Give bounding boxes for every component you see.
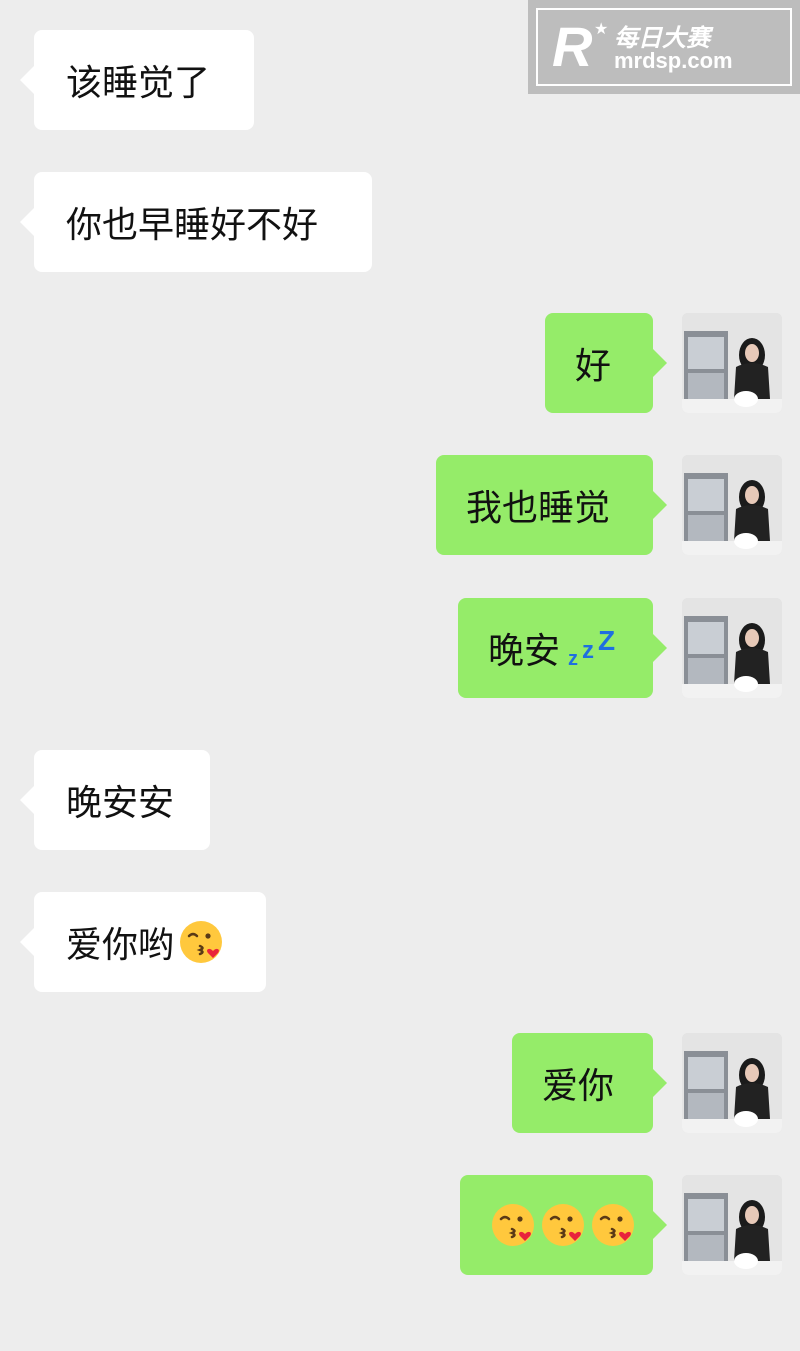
avatar[interactable] — [682, 455, 782, 555]
kissing-heart-emoji-icon — [490, 1202, 536, 1248]
message-bubble-outgoing[interactable]: 爱你 — [512, 1033, 667, 1133]
kissing-heart-emoji-icon — [178, 919, 224, 965]
zzz-letter: z — [568, 648, 579, 670]
message-bubble-incoming[interactable]: 爱你哟 — [20, 892, 266, 992]
avatar[interactable] — [682, 1175, 782, 1275]
message-text: 爱你 — [542, 1066, 615, 1107]
avatar[interactable] — [682, 598, 782, 698]
message-text: 我也睡觉 — [466, 488, 611, 529]
svg-text:★: ★ — [594, 19, 608, 38]
avatar-photo — [682, 598, 782, 698]
message-text: 好 — [575, 346, 612, 387]
avatar-photo — [682, 1033, 782, 1133]
svg-text:R: R — [552, 15, 593, 76]
message-text: 该睡觉了 — [66, 63, 211, 104]
message-bubble-incoming[interactable]: 你也早睡好不好 — [20, 172, 372, 272]
avatar[interactable] — [682, 1033, 782, 1133]
avatar[interactable] — [682, 313, 782, 413]
kissing-heart-emoji-icon — [590, 1202, 636, 1248]
message-bubble-outgoing[interactable]: 晚安 z z Z — [458, 598, 667, 698]
kissing-heart-emoji-icon — [540, 1202, 586, 1248]
message-bubble-incoming[interactable]: 晚安安 — [20, 750, 210, 850]
message-bubble-outgoing[interactable]: 好 — [545, 313, 667, 413]
message-text: 晚安 — [488, 631, 561, 672]
zzz-letter: Z — [598, 625, 616, 656]
message-text: 爱你哟 — [66, 925, 175, 966]
message-bubble-outgoing[interactable]: 我也睡觉 — [436, 455, 667, 555]
message-text: 晚安安 — [66, 783, 175, 824]
zzz-icon: z z Z — [568, 625, 618, 671]
message-text: 你也早睡好不好 — [66, 205, 319, 246]
watermark-url: mrdsp.com — [614, 48, 733, 73]
avatar-photo — [682, 313, 782, 413]
message-bubble-outgoing[interactable] — [460, 1175, 667, 1275]
avatar-photo — [682, 455, 782, 555]
message-bubble-incoming[interactable]: 该睡觉了 — [20, 30, 254, 130]
avatar-photo — [682, 1175, 782, 1275]
brand-logo-icon: R ★ — [552, 15, 608, 76]
zzz-letter: z — [582, 637, 595, 664]
watermark: R ★ 每日大赛 mrdsp.com — [528, 0, 800, 94]
